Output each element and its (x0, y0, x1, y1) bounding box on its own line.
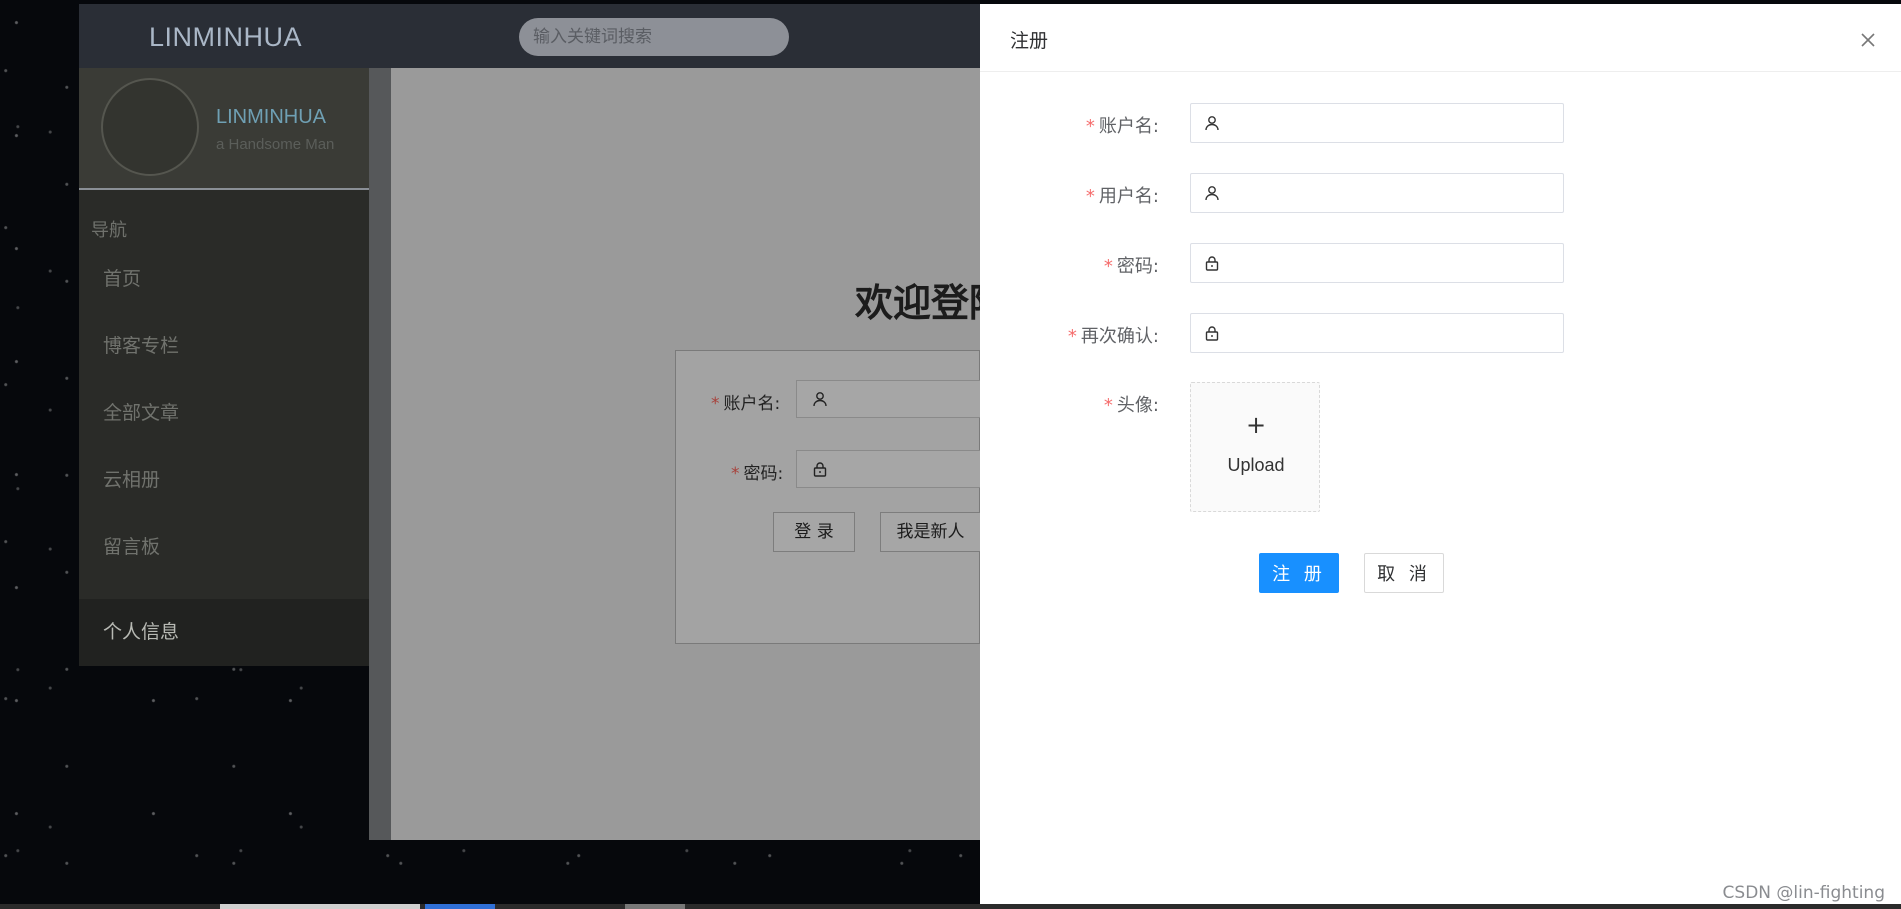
upload-label: Upload (1227, 455, 1285, 475)
sidebar-item-cloud-album[interactable]: 云相册 (79, 447, 369, 514)
form-row-password: * 密码: (980, 243, 1901, 283)
account-label: * 账户名: (1085, 116, 1159, 137)
confirm-password-label: * 再次确认: (1067, 326, 1159, 347)
close-icon (1861, 32, 1875, 47)
form-row-confirm-password: * 再次确认: (980, 313, 1901, 353)
profile-subtitle: a Handsome Man (216, 136, 335, 153)
profile-card: LINMINHUA a Handsome Man (79, 68, 369, 190)
taskbar-strip (0, 904, 1901, 909)
username-label: * 用户名: (1085, 186, 1159, 207)
form-row-username: * 用户名: (980, 173, 1901, 213)
password-label: * 密码: (1103, 256, 1159, 277)
drawer-header: 注册 (980, 4, 1901, 72)
sidebar-item-home[interactable]: 首页 (79, 246, 369, 313)
top-bar: LINMINHUA (79, 4, 980, 68)
sidebar-item-personal-info[interactable]: 个人信息 (79, 599, 369, 666)
new-user-button[interactable]: 我是新人 (880, 512, 980, 552)
cancel-button[interactable]: 取 消 (1364, 553, 1444, 593)
register-drawer: 注册 * 账户名: * 用户名: * 密码: * 再次确认: * 头像: + Upload… (980, 4, 1901, 904)
sidebar: LINMINHUA a Handsome Man 导航 首页 博客专栏 全部文章… (79, 68, 369, 666)
form-row-account: * 账户名: (980, 103, 1901, 143)
close-button[interactable] (1853, 26, 1883, 56)
form-row-avatar: * 头像: (980, 382, 1901, 422)
avatar (101, 78, 199, 176)
lock-icon (813, 462, 827, 477)
profile-name: LINMINHUA (216, 106, 327, 128)
taskbar-segment (220, 904, 420, 909)
taskbar-segment (425, 904, 495, 909)
brand-logo-text[interactable]: LINMINHUA (149, 22, 302, 53)
user-icon (813, 392, 827, 407)
login-form: * 账户名: * 密码: (675, 350, 986, 644)
avatar-label: * 头像: (1103, 395, 1159, 416)
account-input[interactable] (1190, 103, 1564, 143)
register-button[interactable]: 注 册 (1259, 553, 1339, 593)
login-password-label: * 密码: (731, 464, 784, 484)
confirm-password-input[interactable] (1190, 313, 1564, 353)
drawer-title: 注册 (1010, 30, 1049, 52)
login-account-input[interactable] (796, 380, 986, 418)
avatar-upload[interactable]: + Upload (1190, 382, 1320, 512)
login-account-label: * 账户名: (711, 394, 781, 414)
plus-icon: + (1245, 411, 1267, 439)
search-input[interactable] (519, 18, 789, 56)
scrollbar[interactable] (369, 68, 391, 840)
watermark: CSDN @lin-fighting (1722, 883, 1885, 903)
sidebar-item-blog-column[interactable]: 博客专栏 (79, 313, 369, 380)
taskbar-segment (625, 904, 685, 909)
login-button[interactable]: 登 录 (773, 512, 855, 552)
sidebar-item-all-articles[interactable]: 全部文章 (79, 380, 369, 447)
login-password-input[interactable] (796, 450, 986, 488)
nav-title: 导航 (91, 220, 127, 241)
password-input[interactable] (1190, 243, 1564, 283)
sidebar-item-message-board[interactable]: 留言板 (79, 514, 369, 581)
username-input[interactable] (1190, 173, 1564, 213)
